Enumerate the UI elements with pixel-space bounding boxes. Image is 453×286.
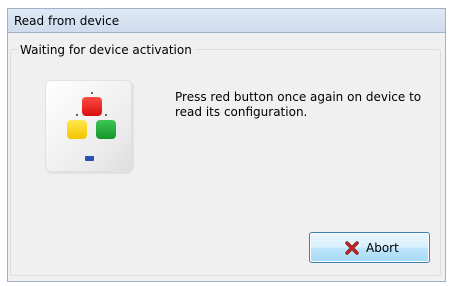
device-red-button	[82, 97, 102, 116]
device-led-dot	[91, 92, 93, 94]
device-illustration	[45, 80, 132, 172]
device-yellow-button	[67, 120, 87, 139]
device-led-dot	[76, 114, 78, 116]
device-led-dot	[105, 114, 107, 116]
device-green-button	[96, 120, 116, 139]
close-icon	[345, 241, 359, 255]
device-logo-icon	[85, 156, 94, 161]
title-bar: Read from device	[7, 8, 446, 32]
window-title: Read from device	[14, 14, 120, 28]
instruction-message: Press red button once again on device to…	[175, 90, 422, 119]
abort-button-label: Abort	[366, 241, 399, 255]
groupbox-label: Waiting for device activation	[17, 43, 195, 57]
abort-button[interactable]: Abort	[309, 232, 430, 263]
